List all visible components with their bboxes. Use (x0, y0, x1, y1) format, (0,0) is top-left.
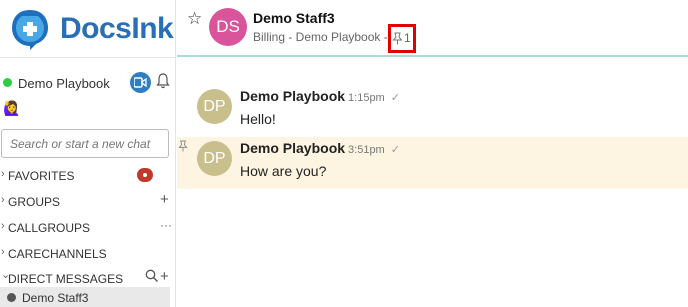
section-label: CALLGROUPS (8, 221, 91, 235)
message-avatar[interactable]: DP (197, 141, 232, 176)
section-carechannels[interactable]: › CARECHANNELS (0, 244, 176, 264)
message-text: Hello! (240, 111, 276, 127)
pinned-count: 1 (404, 31, 411, 45)
chat-header: ☆ DS Demo Staff3 Billing - Demo Playbook… (177, 0, 688, 57)
video-camera-icon (134, 77, 147, 88)
favorite-star-button[interactable]: ☆ (187, 9, 202, 29)
message-author: Demo Playbook (240, 88, 346, 104)
notifications-button[interactable] (156, 72, 170, 94)
app-logo[interactable]: DocsInk (8, 4, 174, 54)
dm-item-name: Demo Staff3 (22, 291, 89, 305)
bell-icon (156, 73, 170, 89)
message-avatar[interactable]: DP (197, 89, 232, 124)
chat-title: Demo Staff3 (253, 10, 335, 26)
pin-icon (178, 139, 188, 157)
section-label: DIRECT MESSAGES (8, 272, 124, 286)
section-favorites[interactable]: › FAVORITES (0, 166, 176, 186)
search-dm-button[interactable] (145, 269, 159, 286)
section-label: FAVORITES (8, 169, 75, 183)
chevron-right-icon: › (1, 220, 5, 232)
search-chat-input[interactable] (1, 129, 169, 158)
chevron-right-icon: › (1, 246, 5, 258)
docsink-logo-icon (12, 10, 48, 50)
section-label: CARECHANNELS (8, 247, 107, 261)
chevron-right-icon: › (1, 194, 5, 206)
current-user-name: Demo Playbook (18, 76, 110, 91)
message-text: How are you? (240, 163, 327, 179)
check-icon: ✓ (390, 92, 400, 104)
more-options-icon[interactable]: ··· (160, 218, 172, 232)
brand-name: DocsInk (60, 12, 174, 45)
message-time: 3:51pm (348, 144, 385, 156)
add-dm-button[interactable]: + (160, 268, 169, 285)
offline-status-icon (7, 293, 16, 302)
status-emoji[interactable]: 🙋‍♀️ (3, 100, 20, 117)
chat-avatar[interactable]: DS (209, 8, 247, 46)
current-user-row: Demo Playbook (0, 72, 176, 96)
message-row[interactable]: DP Demo Playbook 1:15pm ✓ Hello! (177, 85, 688, 137)
section-direct-messages[interactable]: ⌄ DIRECT MESSAGES + (0, 268, 176, 289)
online-status-icon (3, 78, 12, 87)
dm-item-demo-staff3[interactable]: Demo Staff3 (0, 287, 170, 307)
sidebar: DocsInk Demo Playbook 🙋‍♀️ › FAVORITES ›… (0, 0, 176, 307)
favorites-badge (137, 168, 153, 182)
message-author: Demo Playbook (240, 140, 346, 156)
video-call-button[interactable] (130, 72, 151, 93)
pinned-messages-button[interactable]: 1 (388, 24, 416, 53)
pin-icon (392, 32, 403, 45)
message-time: 1:15pm (348, 92, 385, 104)
check-icon: ✓ (390, 144, 400, 156)
add-group-button[interactable]: + (160, 191, 169, 208)
section-groups[interactable]: › GROUPS + (0, 191, 176, 212)
chat-subtitle: Billing - Demo Playbook - (253, 30, 388, 44)
message-row-pinned[interactable]: DP Demo Playbook 3:51pm ✓ How are you? (177, 137, 688, 189)
section-label: GROUPS (8, 195, 61, 209)
message-header: Demo Playbook 3:51pm ✓ (240, 140, 400, 156)
message-header: Demo Playbook 1:15pm ✓ (240, 88, 400, 104)
search-icon (145, 269, 158, 282)
section-callgroups[interactable]: › CALLGROUPS ··· (0, 218, 176, 238)
chevron-right-icon: › (1, 168, 5, 180)
sidebar-divider (0, 57, 176, 58)
